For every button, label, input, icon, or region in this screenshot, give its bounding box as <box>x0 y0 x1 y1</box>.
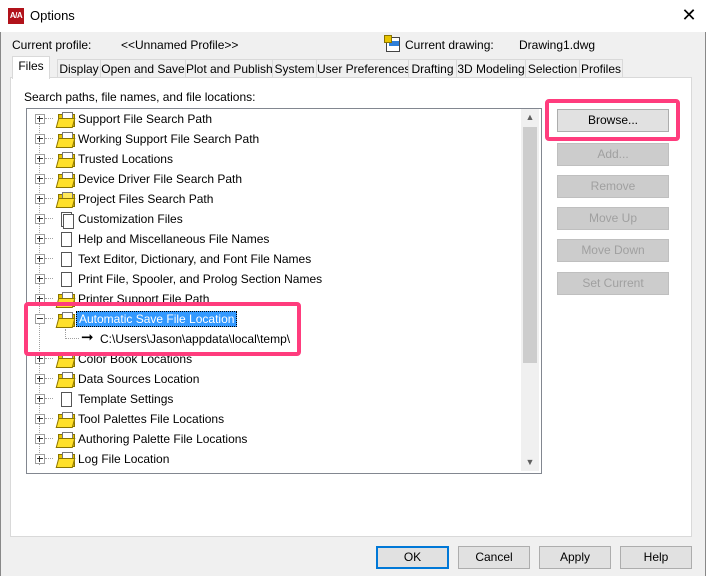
folder-icon <box>55 151 76 168</box>
tab-drafting[interactable]: Drafting <box>408 59 457 78</box>
set-current-button[interactable]: Set Current <box>557 272 669 295</box>
tree-item-customization-files[interactable]: Customization Files <box>27 209 523 229</box>
tree-item-label: Device Driver File Search Path <box>78 172 243 186</box>
file-locations-tree[interactable]: Support File Search Path Working Support… <box>26 108 542 474</box>
folder-icon <box>55 371 76 388</box>
scrollbar-thumb[interactable] <box>523 127 537 363</box>
document-icon <box>57 271 75 287</box>
tree-item-trusted-locations[interactable]: Trusted Locations <box>27 149 523 169</box>
tree-item-label: Data Sources Location <box>78 372 200 386</box>
move-down-button[interactable]: Move Down <box>557 239 669 262</box>
tree-item-tool-palettes-file-locations[interactable]: Tool Palettes File Locations <box>27 409 523 429</box>
expand-icon[interactable] <box>35 134 45 144</box>
tree-item-label: Project Files Search Path <box>78 192 214 206</box>
tree-item-authoring-palette-file-locations[interactable]: Authoring Palette File Locations <box>27 429 523 449</box>
tree-item-label: Template Settings <box>78 392 174 406</box>
annotation-highlight-autosave <box>24 302 301 356</box>
tab-selection[interactable]: Selection <box>525 59 580 78</box>
cancel-button[interactable]: Cancel <box>458 546 530 569</box>
expand-icon[interactable] <box>35 214 45 224</box>
tree-item-label: Print File, Spooler, and Prolog Section … <box>78 272 323 286</box>
folder-icon <box>55 111 76 128</box>
current-profile-label: Current profile: <box>12 38 92 52</box>
tree-item-support-file-search-path[interactable]: Support File Search Path <box>27 109 523 129</box>
expand-icon[interactable] <box>35 394 45 404</box>
tree-item-label: Working Support File Search Path <box>78 132 260 146</box>
add-button[interactable]: Add... <box>557 143 669 166</box>
close-icon[interactable]: ✕ <box>678 4 700 26</box>
document-icon <box>57 251 75 267</box>
tree-item-template-settings[interactable]: Template Settings <box>27 389 523 409</box>
annotation-highlight-browse <box>545 99 680 141</box>
help-button[interactable]: Help <box>620 546 692 569</box>
search-paths-label: Search paths, file names, and file locat… <box>24 90 256 104</box>
tree-item-label: Log File Location <box>78 452 170 466</box>
expand-icon[interactable] <box>35 434 45 444</box>
app-icon: A/A <box>8 8 24 24</box>
folder-icon <box>55 431 76 448</box>
tree-item-print-file-spooler-prolog[interactable]: Print File, Spooler, and Prolog Section … <box>27 269 523 289</box>
expand-icon[interactable] <box>35 414 45 424</box>
title-bar <box>0 0 706 32</box>
folder-icon <box>55 171 76 188</box>
scroll-down-icon[interactable]: ▼ <box>521 454 539 471</box>
tab-3d-modeling[interactable]: 3D Modeling <box>456 59 526 78</box>
window-border-left <box>0 32 1 576</box>
tree-item-label: Authoring Palette File Locations <box>78 432 248 446</box>
current-profile-value: <<Unnamed Profile>> <box>121 38 239 52</box>
document-icon <box>57 391 75 407</box>
tree-item-project-files-search-path[interactable]: Project Files Search Path <box>27 189 523 209</box>
window-title: Options <box>30 8 75 23</box>
tree-item-label: Trusted Locations <box>78 152 173 166</box>
expand-icon[interactable] <box>35 374 45 384</box>
tree-item-label: Text Editor, Dictionary, and Font File N… <box>78 252 312 266</box>
tree-item-label: Help and Miscellaneous File Names <box>78 232 270 246</box>
tree-item-label: Support File Search Path <box>78 112 213 126</box>
expand-icon[interactable] <box>35 114 45 124</box>
tree-item-data-sources-location[interactable]: Data Sources Location <box>27 369 523 389</box>
tab-open-and-save[interactable]: Open and Save <box>100 59 186 78</box>
tree-item-label: Tool Palettes File Locations <box>78 412 225 426</box>
tree-item-text-editor-dictionary-font[interactable]: Text Editor, Dictionary, and Font File N… <box>27 249 523 269</box>
document-icon <box>57 231 75 247</box>
current-drawing-value: Drawing1.dwg <box>519 38 596 52</box>
expand-icon[interactable] <box>35 194 45 204</box>
move-up-button[interactable]: Move Up <box>557 207 669 230</box>
remove-button[interactable]: Remove <box>557 175 669 198</box>
current-drawing-label: Current drawing: <box>405 38 494 52</box>
expand-icon[interactable] <box>35 454 45 464</box>
tab-user-preferences[interactable]: User Preferences <box>316 59 410 78</box>
tab-files[interactable]: Files <box>12 56 50 79</box>
folder-icon <box>55 411 76 428</box>
tab-plot-and-publish[interactable]: Plot and Publish <box>185 59 273 78</box>
tree-item-log-file-location[interactable]: Log File Location <box>27 449 523 469</box>
expand-icon[interactable] <box>35 234 45 244</box>
drawing-icon <box>384 35 402 52</box>
tree-item-working-support-file-search-path[interactable]: Working Support File Search Path <box>27 129 523 149</box>
folder-icon <box>55 451 76 468</box>
tab-system[interactable]: System <box>272 59 317 78</box>
expand-icon[interactable] <box>35 174 45 184</box>
document-icon <box>57 211 75 229</box>
project-folder-icon <box>55 191 76 208</box>
apply-button[interactable]: Apply <box>539 546 611 569</box>
expand-icon[interactable] <box>35 254 45 264</box>
expand-icon[interactable] <box>35 154 45 164</box>
tree-item-help-and-misc-file-names[interactable]: Help and Miscellaneous File Names <box>27 229 523 249</box>
tab-profiles[interactable]: Profiles <box>579 59 623 78</box>
tree-scrollbar[interactable]: ▲ ▼ <box>521 109 539 471</box>
folder-icon <box>55 131 76 148</box>
tab-display[interactable]: Display <box>57 59 101 78</box>
tree-item-device-driver-file-search-path[interactable]: Device Driver File Search Path <box>27 169 523 189</box>
expand-icon[interactable] <box>35 274 45 284</box>
tree-item-label: Customization Files <box>78 212 183 226</box>
ok-button[interactable]: OK <box>376 546 449 569</box>
scroll-up-icon[interactable]: ▲ <box>521 109 539 126</box>
